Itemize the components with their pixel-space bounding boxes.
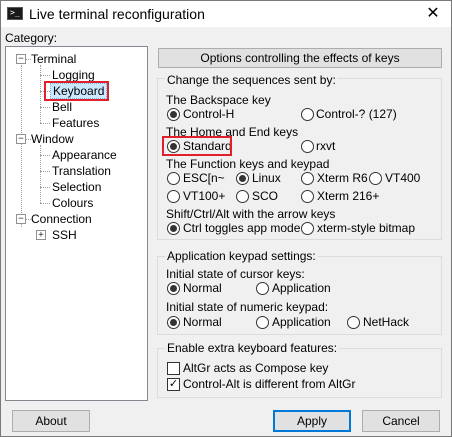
function-xterm-r6-radio[interactable] (301, 172, 314, 185)
function-vt400-radio[interactable] (369, 172, 382, 185)
numeric-nethack-label[interactable]: NetHack (363, 315, 409, 329)
function-linux-radio[interactable] (236, 172, 249, 185)
xterm-style-bitmap-label[interactable]: xterm-style bitmap (317, 221, 415, 235)
cursor-keys-label: Initial state of cursor keys: (166, 267, 305, 281)
tree-item-logging[interactable]: Logging (52, 68, 95, 82)
backspace-control-h-radio[interactable] (167, 108, 180, 121)
tree-item-connection[interactable]: Connection (31, 212, 92, 226)
backspace-control-127-label[interactable]: Control-? (127) (316, 107, 397, 121)
ctrl-toggles-app-mode-radio[interactable] (167, 222, 180, 235)
function-vt100-radio[interactable] (167, 190, 180, 203)
keyboard-highlight-box (44, 81, 109, 101)
cursor-application-label[interactable]: Application (272, 281, 331, 295)
homeend-rxvt-label[interactable]: rxvt (316, 139, 335, 153)
ctrl-toggles-app-mode-label[interactable]: Ctrl toggles app mode (183, 221, 300, 235)
tree-item-selection[interactable]: Selection (52, 180, 101, 194)
numeric-application-radio[interactable] (256, 316, 269, 329)
backspace-control-127-radio[interactable] (301, 108, 314, 121)
cursor-application-radio[interactable] (256, 282, 269, 295)
function-vt400-label[interactable]: VT400 (385, 171, 420, 185)
function-linux-label[interactable]: Linux (252, 171, 281, 185)
collapse-connection-toggle[interactable]: − (16, 214, 26, 224)
tree-item-colours[interactable]: Colours (52, 196, 93, 210)
function-xterm-216-label[interactable]: Xterm 216+ (317, 189, 379, 203)
function-xterm-216-radio[interactable] (301, 190, 314, 203)
numeric-keypad-label: Initial state of numeric keypad: (166, 300, 329, 314)
numeric-normal-label[interactable]: Normal (183, 315, 222, 329)
function-keys-label: The Function keys and keypad (166, 157, 330, 171)
function-esc-label[interactable]: ESC[n~ (183, 171, 225, 185)
collapse-window-toggle[interactable]: − (16, 134, 26, 144)
cancel-button[interactable]: Cancel (362, 410, 440, 432)
xterm-style-bitmap-radio[interactable] (301, 222, 314, 235)
tree-item-window[interactable]: Window (31, 132, 74, 146)
tree-item-appearance[interactable]: Appearance (52, 148, 117, 162)
function-vt100-label[interactable]: VT100+ (183, 189, 225, 203)
ctrl-alt-different-checkbox[interactable]: ✓ (167, 378, 180, 391)
backspace-control-h-label[interactable]: Control-H (183, 107, 234, 121)
collapse-terminal-toggle[interactable]: − (16, 54, 26, 64)
about-button[interactable]: About (12, 410, 90, 432)
function-xterm-r6-label[interactable]: Xterm R6 (317, 171, 368, 185)
extra-features-group-title: Enable extra keyboard features: (165, 341, 340, 355)
function-esc-radio[interactable] (167, 172, 180, 185)
tree-item-translation[interactable]: Translation (52, 164, 111, 178)
ctrl-alt-different-label[interactable]: Control-Alt is different from AltGr (183, 377, 356, 391)
expand-ssh-toggle[interactable]: + (36, 230, 46, 240)
category-label: Category: (5, 31, 58, 45)
numeric-normal-radio[interactable] (167, 316, 180, 329)
window-title: Live terminal reconfiguration (29, 6, 205, 22)
altgr-compose-checkbox[interactable] (167, 362, 180, 375)
panel-header: Options controlling the effects of keys (158, 48, 442, 68)
altgr-compose-label[interactable]: AltGr acts as Compose key (183, 361, 328, 375)
function-sco-radio[interactable] (236, 190, 249, 203)
close-button[interactable]: ✕ (415, 1, 451, 27)
reconfiguration-dialog: >_ Live terminal reconfiguration ✕ Categ… (0, 0, 452, 437)
standard-highlight-box (162, 136, 232, 156)
cursor-normal-radio[interactable] (167, 282, 180, 295)
putty-terminal-icon: >_ (7, 7, 23, 20)
backspace-label: The Backspace key (166, 93, 271, 107)
tree-item-terminal[interactable]: Terminal (31, 52, 76, 66)
homeend-rxvt-radio[interactable] (301, 140, 314, 153)
shift-arrow-label: Shift/Ctrl/Alt with the arrow keys (166, 207, 336, 221)
cursor-normal-label[interactable]: Normal (183, 281, 222, 295)
app-keypad-group-title: Application keypad settings: (165, 249, 318, 263)
title-bar: >_ Live terminal reconfiguration ✕ (1, 1, 451, 27)
tree-item-ssh[interactable]: SSH (52, 228, 77, 242)
apply-button[interactable]: Apply (273, 410, 351, 432)
tree-item-features[interactable]: Features (52, 116, 99, 130)
sequences-group-title: Change the sequences sent by: (165, 73, 338, 87)
function-sco-label[interactable]: SCO (252, 189, 278, 203)
tree-item-bell[interactable]: Bell (52, 100, 72, 114)
numeric-nethack-radio[interactable] (347, 316, 360, 329)
numeric-application-label[interactable]: Application (272, 315, 331, 329)
